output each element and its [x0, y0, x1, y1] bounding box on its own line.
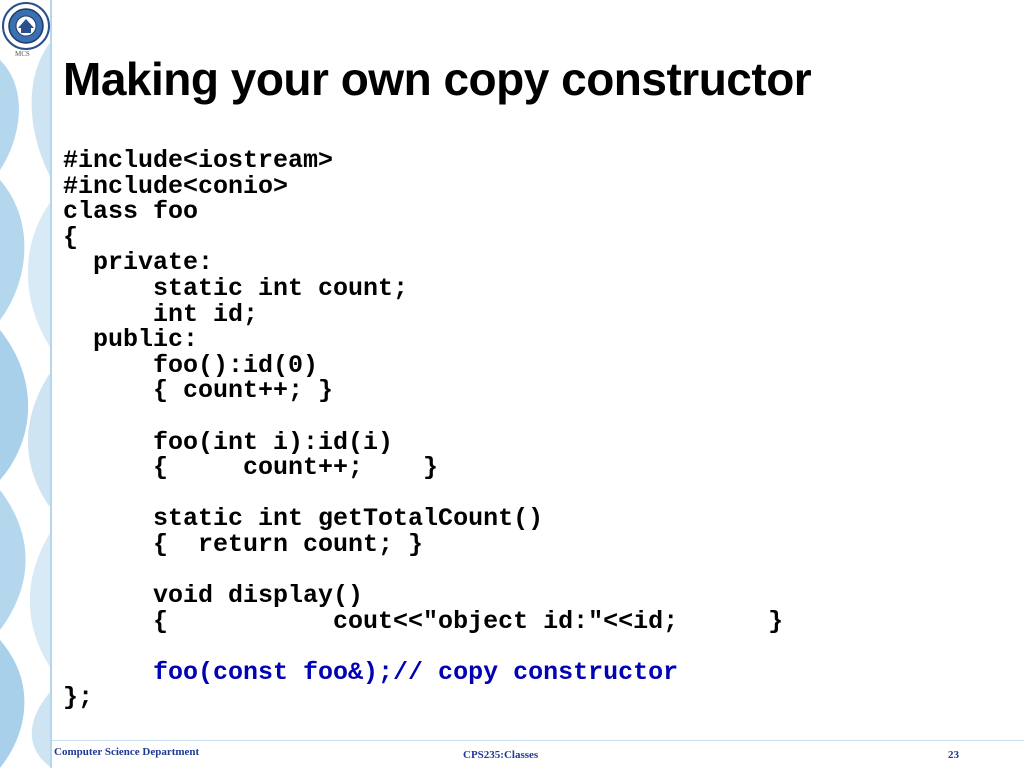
code-line: { cout<<"object id:"<<id; } [63, 606, 784, 636]
code-line: { [63, 222, 79, 252]
code-line: { return count; } [63, 529, 424, 559]
footer-course: CPS235:Classes [463, 749, 539, 761]
code-line: #include<iostream> [63, 146, 334, 175]
slide-title: Making your own copy constructor [63, 53, 812, 105]
code-line: int id; [63, 299, 259, 329]
logo-caption: MCS [15, 50, 30, 58]
code-line: void display() [63, 581, 364, 611]
code-line: { count++; } [63, 453, 439, 483]
university-seal-icon [2, 2, 50, 50]
decorative-strip: MCS [0, 0, 52, 768]
code-block: #include<iostream> #include<conio> class f… [63, 148, 783, 711]
footer-divider [52, 740, 1024, 741]
code-line: #include<conio> [63, 171, 289, 201]
decorative-pattern [0, 0, 52, 768]
code-line: static int count; [63, 273, 409, 303]
code-line: static int getTotalCount() [63, 504, 544, 534]
page-number: 23 [948, 749, 959, 761]
code-line: foo(int i):id(i) [63, 427, 394, 457]
footer-department: Computer Science Department [54, 746, 200, 758]
code-line: private: [63, 248, 214, 278]
code-line: class foo [63, 197, 199, 227]
code-line: public: [63, 325, 199, 355]
code-line: }; [63, 683, 94, 713]
code-line-copy-constructor: foo(const foo&);// copy constructor [63, 657, 679, 687]
code-line: { count++; } [63, 376, 334, 406]
code-line: foo():id(0) [63, 350, 319, 380]
